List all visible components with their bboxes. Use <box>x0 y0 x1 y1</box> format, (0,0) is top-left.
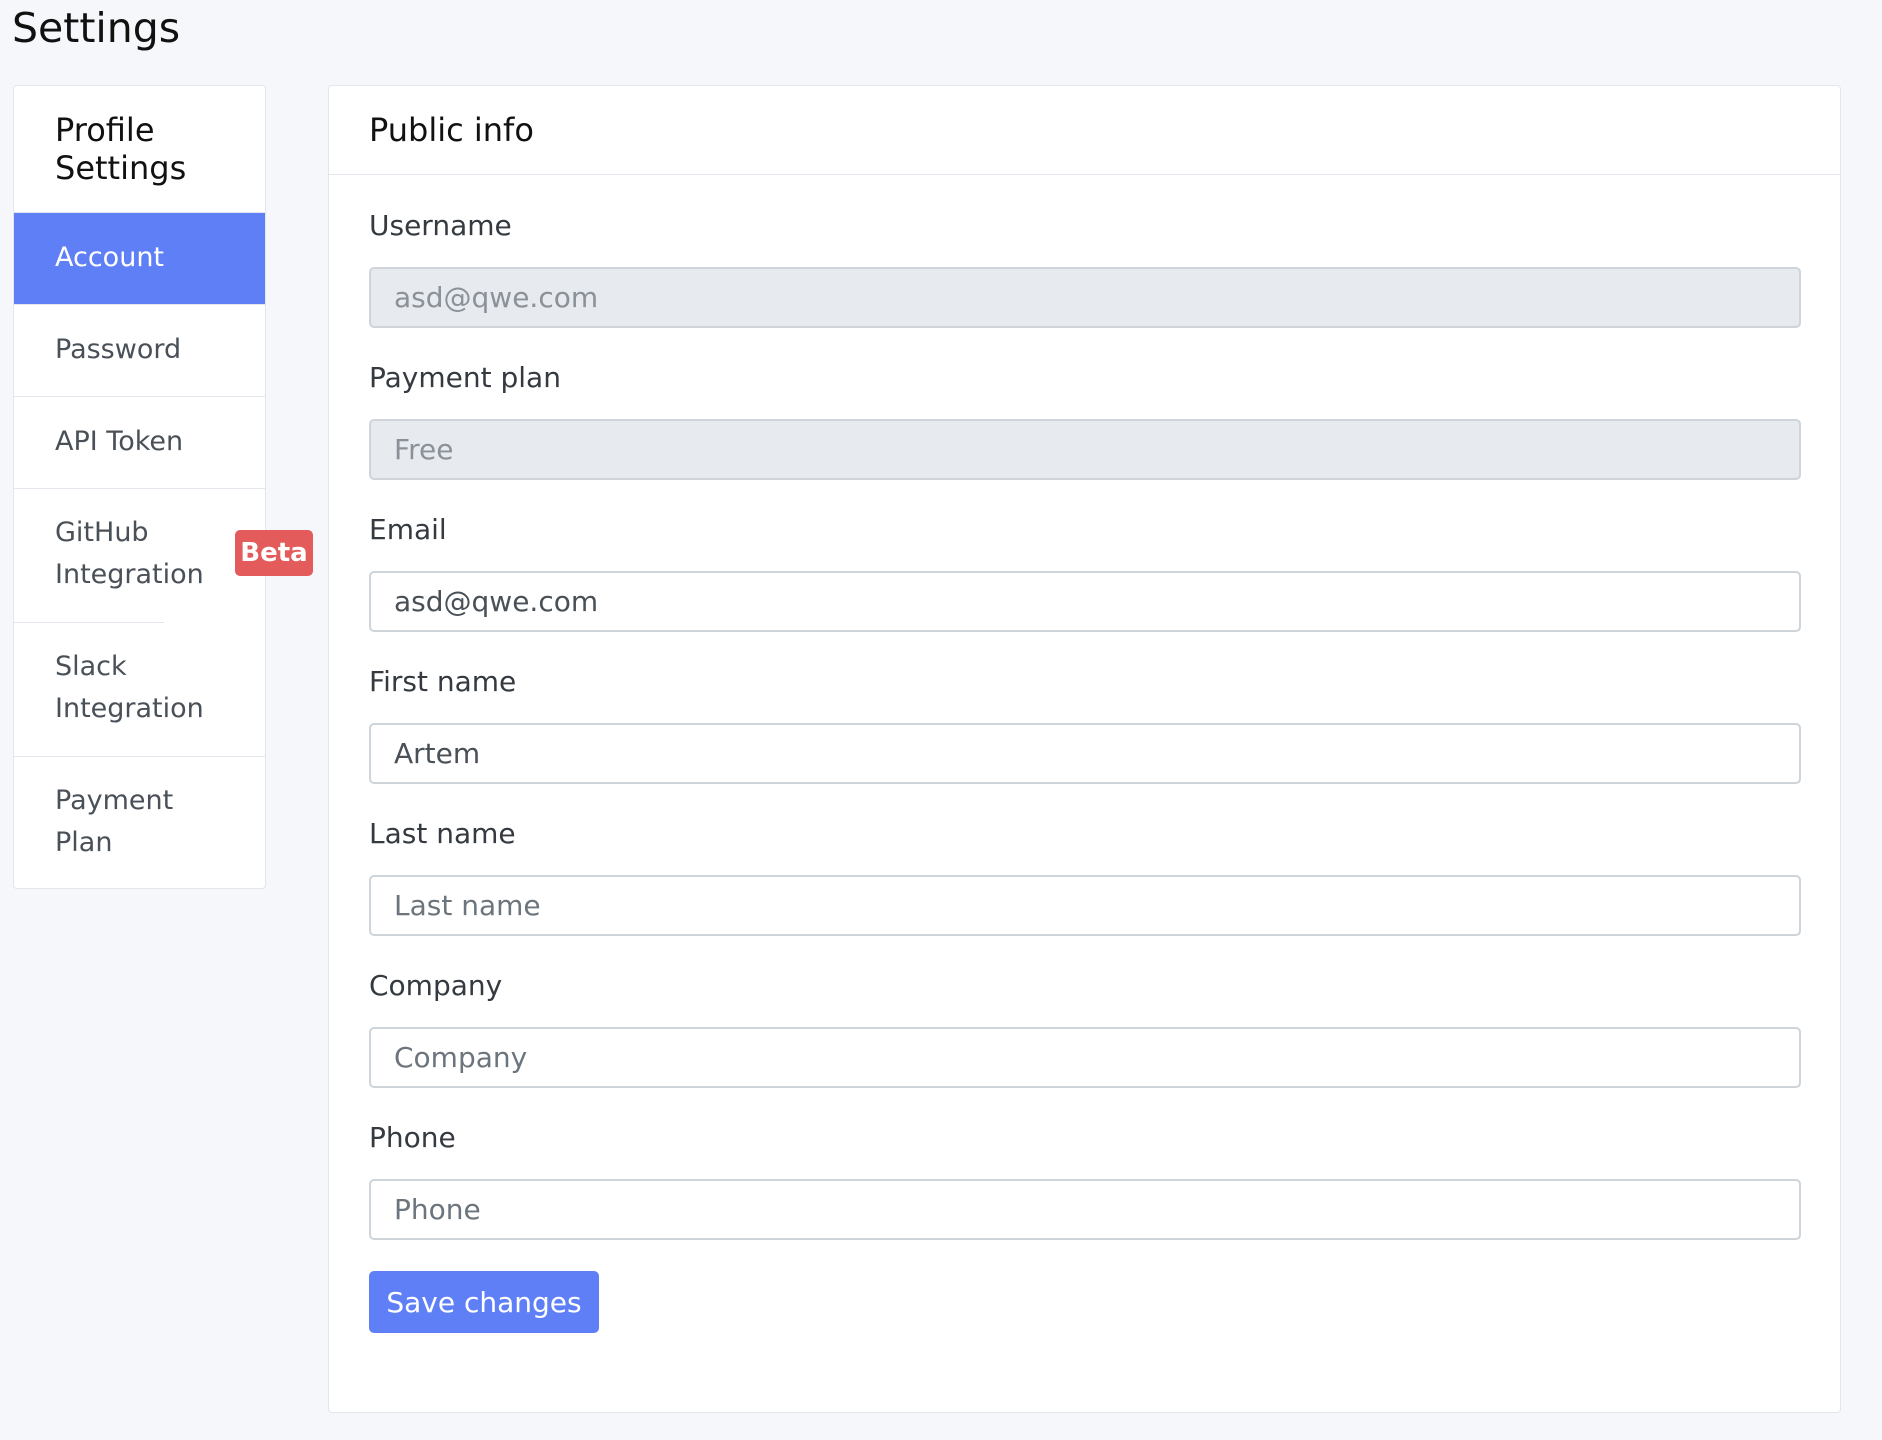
sidebar-item-label: Payment Plan <box>55 785 174 858</box>
phone-group: Phone <box>369 1119 1801 1240</box>
sidebar-item-api-token[interactable]: API Token <box>14 397 265 489</box>
card-title: Public info <box>329 86 1840 175</box>
sidebar-item-account[interactable]: Account <box>14 213 265 305</box>
sidebar-item-label: GitHub Integration <box>55 517 204 590</box>
page-title: Settings <box>12 4 181 52</box>
company-group: Company <box>369 967 1801 1088</box>
phone-label: Phone <box>369 1121 456 1154</box>
beta-badge: Beta <box>235 530 313 576</box>
first-name-group: First name <box>369 663 1801 784</box>
username-label: Username <box>369 209 512 242</box>
last-name-field[interactable] <box>369 875 1801 936</box>
payment-plan-field[interactable] <box>369 419 1801 480</box>
last-name-group: Last name <box>369 815 1801 936</box>
sidebar-item-payment-plan[interactable]: Payment Plan <box>14 757 265 891</box>
username-group: Username <box>369 207 1801 328</box>
email-group: Email <box>369 511 1801 632</box>
sidebar-item-label: Slack Integration <box>55 651 204 724</box>
company-field[interactable] <box>369 1027 1801 1088</box>
email-field[interactable] <box>369 571 1801 632</box>
settings-sidebar: Profile Settings Account Password API To… <box>13 85 266 889</box>
sidebar-item-password[interactable]: Password <box>14 305 265 397</box>
sidebar-header: Profile Settings <box>14 86 265 213</box>
public-info-card: Public info Username Payment plan Email … <box>328 85 1841 1413</box>
payment-plan-group: Payment plan <box>369 359 1801 480</box>
username-field[interactable] <box>369 267 1801 328</box>
sidebar-item-label: Account <box>55 242 165 273</box>
sidebar-item-github-integration[interactable]: GitHub Integration <box>14 489 204 623</box>
company-label: Company <box>369 969 503 1002</box>
sidebar-item-label: Password <box>55 334 182 365</box>
sidebar-item-label: API Token <box>55 426 184 457</box>
payment-plan-label: Payment plan <box>369 361 561 394</box>
email-label: Email <box>369 513 447 546</box>
last-name-label: Last name <box>369 817 516 850</box>
save-button[interactable]: Save changes <box>369 1271 599 1333</box>
profile-form: Username Payment plan Email First name L… <box>329 175 1840 1333</box>
phone-field[interactable] <box>369 1179 1801 1240</box>
first-name-field[interactable] <box>369 723 1801 784</box>
sidebar-item-slack-integration[interactable]: Slack Integration <box>14 623 265 757</box>
first-name-label: First name <box>369 665 517 698</box>
